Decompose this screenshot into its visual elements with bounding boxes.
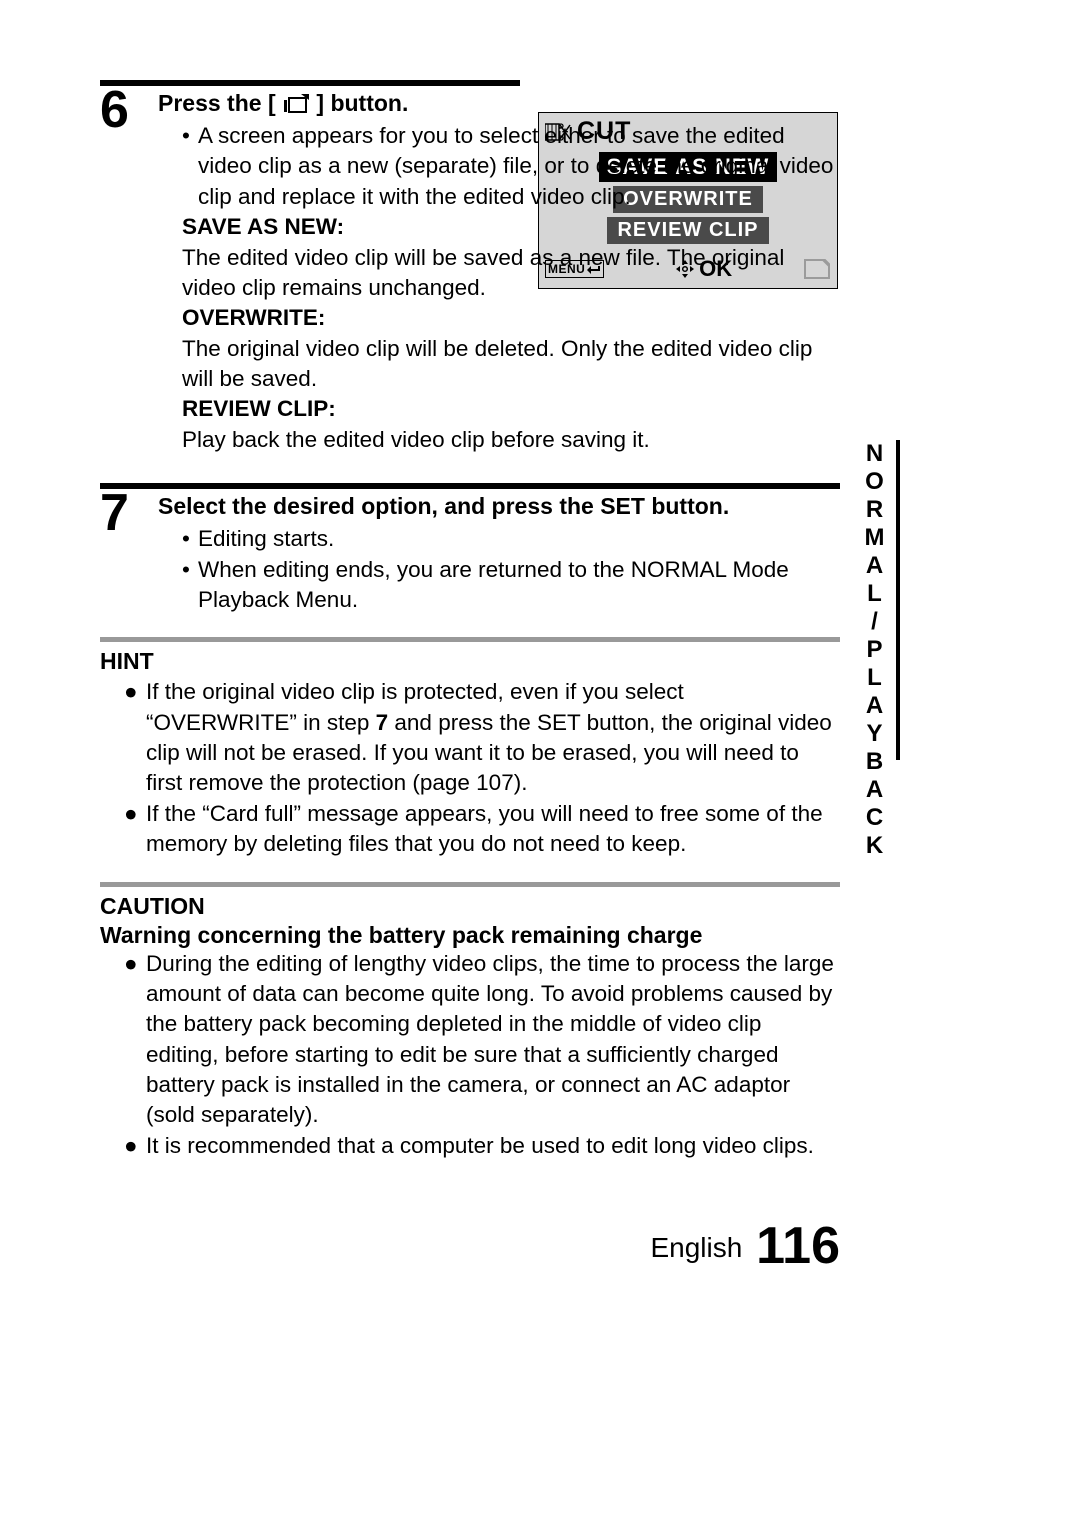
hint-item-2: ● If the “Card full” message appears, yo… [100, 799, 840, 860]
caution-heading: CAUTION [100, 893, 840, 920]
section-side-label: NORMAL/PLAYBACK [862, 440, 886, 860]
step-7: 7 Select the desired option, and press t… [100, 491, 840, 615]
step-7-wrap: 7 Select the desired option, and press t… [100, 483, 840, 615]
step-number: 6 [100, 88, 152, 132]
bullet-dot-icon: ● [124, 677, 146, 707]
review-clip-desc: Play back the edited video clip before s… [158, 425, 840, 455]
step-7-bullet-2: • When editing ends, you are returned to… [158, 555, 840, 616]
caution-item-1: ● During the editing of lengthy video cl… [100, 949, 840, 1131]
section-side-tab: NORMAL/PLAYBACK [862, 440, 900, 760]
caution-subheading: Warning concerning the battery pack rema… [100, 922, 840, 949]
save-as-new-label: SAVE AS NEW: [158, 212, 840, 242]
step-7-title: Select the desired option, and press the… [158, 491, 840, 522]
step-6-intro: • A screen appears for you to select eit… [158, 121, 840, 212]
caution-list: ● During the editing of lengthy video cl… [100, 949, 840, 1162]
bullet-dot-icon: ● [124, 1131, 146, 1161]
bullet-dot-icon: ● [124, 799, 146, 829]
manual-page: NORMAL/PLAYBACK CUT SAVE AS NEW OVERWRIT… [0, 0, 1080, 1526]
review-clip-label: REVIEW CLIP: [158, 394, 840, 424]
bullet-dot-icon: ● [124, 949, 146, 979]
hint-list: ● If the original video clip is protecte… [100, 677, 840, 859]
hint-heading: HINT [100, 648, 840, 675]
page-number: 116 [756, 1217, 840, 1275]
bullet-dot-icon: • [182, 121, 198, 151]
bullet-dot-icon: • [182, 524, 198, 554]
step-number: 7 [100, 491, 152, 535]
divider [100, 637, 840, 642]
caution-item-2: ● It is recommended that a computer be u… [100, 1131, 840, 1161]
step-6-title: Press the [ ] button. [158, 88, 840, 119]
page-footer: English 116 [650, 1216, 840, 1276]
step-ref-7: 7 [376, 710, 389, 735]
save-as-new-desc: The edited video clip will be saved as a… [158, 243, 840, 304]
page-content: 6 Press the [ ] button. • A screen appea… [100, 80, 840, 1161]
divider [100, 80, 520, 86]
overwrite-label: OVERWRITE: [158, 303, 840, 333]
step-6-body: Press the [ ] button. • A screen appears… [158, 88, 840, 455]
step-7-bullet-1: • Editing starts. [158, 524, 840, 554]
step-7-body: Select the desired option, and press the… [158, 491, 840, 615]
footer-language: English [650, 1232, 742, 1263]
step-6: 6 Press the [ ] button. • A screen appea… [100, 88, 840, 455]
overwrite-desc: The original video clip will be deleted.… [158, 334, 840, 395]
rec-button-icon [282, 94, 310, 114]
divider [100, 882, 840, 887]
bullet-dot-icon: • [182, 555, 198, 585]
hint-item-1: ● If the original video clip is protecte… [100, 677, 840, 799]
